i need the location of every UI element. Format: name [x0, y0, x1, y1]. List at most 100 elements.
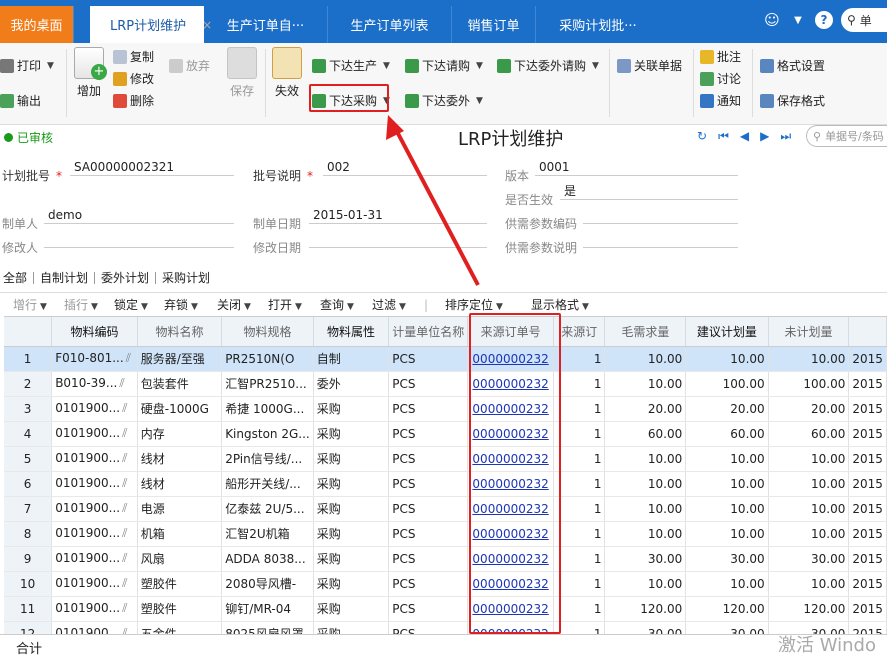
attachment-icon[interactable]: ⫽	[122, 451, 127, 465]
col-unit-name[interactable]: 计量单位名称	[388, 317, 469, 347]
tab-lrp-plan[interactable]: LRP计划维护 ×	[90, 6, 212, 43]
annotate-button[interactable]: 批注	[700, 48, 741, 65]
attachment-icon[interactable]: ⫽	[122, 551, 127, 565]
refresh-icon[interactable]: ↻	[697, 129, 707, 144]
col-material-attr[interactable]: 物料属性	[313, 317, 390, 347]
table-row[interactable]: 10 0101900... ⫽ 塑胶件 2080导风槽- 采购 PCS 0000000232 1…	[4, 571, 887, 597]
discuss-button[interactable]: 讨论	[700, 70, 741, 87]
highlight-issue-purchase	[309, 84, 389, 112]
supply-desc-field: 供需参数说明	[505, 241, 578, 255]
tab-sales-order[interactable]: 销售订单	[452, 6, 536, 43]
col-gross-demand[interactable]: 毛需求量	[604, 317, 687, 347]
bill-search-input[interactable]: ⚲ 单据号/条码	[806, 125, 887, 147]
notify-button[interactable]: 通知	[700, 92, 741, 109]
prev-record-icon[interactable]: ◀	[740, 129, 749, 144]
attachment-icon[interactable]: ⫽	[122, 601, 127, 615]
export-button[interactable]: 输出	[0, 92, 41, 109]
close-rows-button[interactable]: 关闭 ▼	[217, 296, 251, 313]
col-suggested-plan[interactable]: 建议计划量	[685, 317, 769, 347]
subtab-purchase[interactable]: 采购计划	[156, 272, 216, 284]
filter-button[interactable]: 过滤 ▼	[372, 296, 406, 313]
attachment-icon[interactable]: ⫽	[122, 576, 127, 590]
unplanned-cell: 10.00	[768, 571, 850, 597]
table-row[interactable]: 11 0101900... ⫽ 塑胶件 铆钉/MR-04 采购 PCS 0000000232 1…	[4, 596, 887, 622]
unplanned-cell: 10.00	[768, 471, 850, 497]
table-row[interactable]: 12 0101900... ⫽ 五金件 8025风扇风罩 采购 PCS 0000000232 1…	[4, 621, 887, 634]
subtab-all[interactable]: 全部	[0, 272, 35, 284]
table-row[interactable]: 5 0101900... ⫽ 线材 2Pin信号线/... 采购 PCS 0000000232…	[4, 446, 887, 472]
table-row[interactable]: 9 0101900... ⫽ 风扇 ADDA 8038... 采购 PCS 000000023…	[4, 546, 887, 572]
attachment-icon[interactable]: ⫽	[122, 501, 127, 515]
table-row[interactable]: 7 0101900... ⫽ 电源 亿泰兹 2U/5... 采购 PCS 0000000232…	[4, 496, 887, 522]
table-row[interactable]: 4 0101900... ⫽ 内存 Kingston 2G... 采购 PCS 0000000…	[4, 421, 887, 447]
insert-row-button[interactable]: 插行 ▼	[64, 296, 98, 313]
save-format-button[interactable]: 保存格式	[760, 92, 825, 109]
attachment-icon[interactable]: ⫽	[122, 476, 127, 490]
attachment-icon[interactable]: ⫽	[122, 426, 127, 440]
attachment-icon[interactable]: ⫽	[122, 526, 127, 540]
print-button[interactable]: 打印 ▼	[0, 57, 54, 74]
link-docs-button[interactable]: 关联单据	[617, 57, 682, 74]
col-source-line[interactable]: 来源订	[553, 317, 606, 347]
open-rows-button[interactable]: 打开 ▼	[268, 296, 302, 313]
table-row[interactable]: 8 0101900... ⫽ 机箱 汇智2U机箱 采购 PCS 0000000232 1 10.0…	[4, 521, 887, 547]
table-row[interactable]: 3 0101900... ⫽ 硬盘-1000G 希捷 1000G... 采购 PCS 0000…	[4, 396, 887, 422]
gross-demand-cell: 10.00	[604, 346, 687, 372]
issue-request-button[interactable]: 下达请购 ▼	[405, 57, 483, 74]
lock-button[interactable]: 锁定 ▼	[114, 296, 148, 313]
gross-demand-cell: 20.00	[604, 396, 687, 422]
col-material-spec[interactable]: 物料规格	[221, 317, 314, 347]
add-button[interactable]: + 增加	[74, 47, 107, 99]
query-button[interactable]: 查询 ▼	[320, 296, 354, 313]
material-code-cell: 0101900... ⫽	[51, 471, 138, 497]
tab-my-desktop[interactable]: 我的桌面	[0, 6, 74, 43]
tab-production-order-auto[interactable]: 生产订单自···	[204, 6, 328, 43]
attachment-icon[interactable]: ⫽	[119, 376, 124, 390]
smile-icon[interactable]: ☺	[763, 11, 781, 29]
col-material-code[interactable]: 物料编码	[51, 317, 138, 347]
discard-lock-button[interactable]: 弃锁 ▼	[164, 296, 198, 313]
modify-button[interactable]: 修改	[113, 70, 154, 87]
help-icon[interactable]: ?	[815, 11, 833, 29]
date-cell: 2015	[848, 571, 887, 597]
date-cell: 2015	[848, 471, 887, 497]
abandon-button[interactable]: 放弃	[169, 57, 210, 74]
col-unplanned[interactable]: 未计划量	[768, 317, 850, 347]
col-material-name[interactable]: 物料名称	[137, 317, 223, 347]
next-record-icon[interactable]: ▶	[760, 129, 769, 144]
attachment-icon[interactable]: ⫽	[126, 351, 131, 365]
tab-production-order-list[interactable]: 生产订单列表	[328, 6, 452, 43]
gross-demand-cell: 10.00	[604, 521, 687, 547]
issue-outsource-request-button[interactable]: 下达委外请购 ▼	[497, 57, 599, 74]
chevron-down-icon[interactable]: ▼	[789, 11, 807, 29]
table-row[interactable]: 1 F010-801... ⫽ 服务器/至强 PR2510N(O 自制 PCS 0000000…	[4, 346, 887, 372]
suggested-plan-cell: 20.00	[685, 396, 769, 422]
delete-button[interactable]: 删除	[113, 92, 154, 109]
save-button[interactable]: 保存	[227, 47, 257, 99]
tab-purchase-plan-batch[interactable]: 采购计划批···	[536, 6, 660, 43]
table-row[interactable]: 6 0101900... ⫽ 线材 船形开关线/... 采购 PCS 0000000232 1 1…	[4, 471, 887, 497]
material-name-cell: 服务器/至强	[137, 346, 223, 372]
pencil-icon	[113, 71, 127, 86]
issue-production-button[interactable]: 下达生产 ▼	[312, 57, 390, 74]
subtab-self-made[interactable]: 自制计划	[34, 272, 96, 284]
display-format-button[interactable]: 显示格式 ▼	[531, 296, 589, 313]
invalid-button[interactable]: 失效	[272, 47, 302, 99]
subtab-outsource[interactable]: 委外计划	[95, 272, 157, 284]
sort-locate-button[interactable]: 排序定位 ▼	[445, 296, 503, 313]
add-row-button[interactable]: 增行 ▼	[13, 296, 47, 313]
attachment-icon[interactable]: ⫽	[122, 626, 127, 634]
material-attr-cell: 采购	[313, 396, 390, 422]
material-name-cell: 包装套件	[137, 371, 223, 397]
issue-outsource-button[interactable]: 下达委外 ▼	[405, 92, 483, 109]
first-record-icon[interactable]: ⏮	[718, 129, 729, 144]
copy-button[interactable]: 复制	[113, 48, 154, 65]
suggested-plan-cell: 30.00	[685, 621, 769, 634]
attachment-icon[interactable]: ⫽	[122, 401, 127, 415]
source-line-cell: 1	[553, 371, 606, 397]
last-record-icon[interactable]: ⏭	[780, 129, 791, 144]
top-search-input[interactable]: ⚲ 单	[841, 8, 887, 32]
format-settings-button[interactable]: 格式设置	[760, 57, 825, 74]
batch-no-field: 计划批号 *	[2, 168, 63, 184]
table-row[interactable]: 2 B010-39... ⫽ 包装套件 汇智PR2510... 委外 PCS 00000002…	[4, 371, 887, 397]
